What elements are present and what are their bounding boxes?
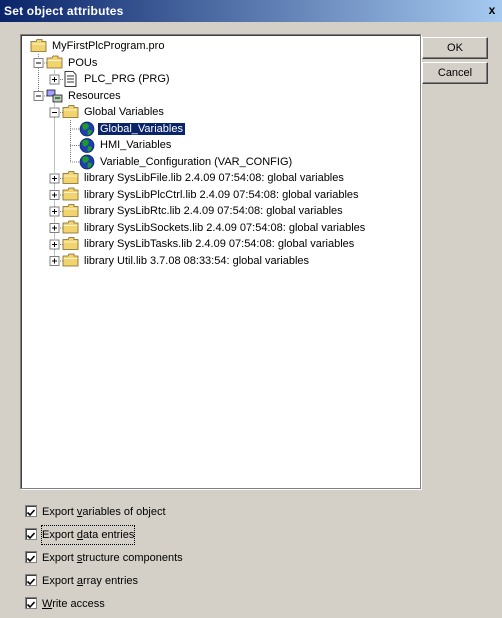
- tree-item-label: Global Variables: [84, 106, 164, 118]
- tree-item[interactable]: library Util.lib 3.7.08 08:33:54: global…: [82, 253, 311, 269]
- tree-item-label: library SysLibRtc.lib 2.4.09 07:54:08: g…: [84, 205, 343, 217]
- expand-toggle-icon[interactable]: [49, 223, 60, 233]
- collapse-toggle-icon[interactable]: [49, 107, 60, 118]
- checkmark-icon: [26, 532, 36, 540]
- label-text: Export: [42, 506, 77, 518]
- tree-item-label: library SysLibPlcCtrl.lib 2.4.09 07:54:0…: [84, 188, 359, 201]
- label-text: tructure components: [82, 552, 183, 564]
- collapse-toggle-icon[interactable]: [33, 91, 44, 101]
- mnemonic-letter: W: [42, 598, 53, 610]
- expand-toggle-icon[interactable]: [49, 173, 60, 184]
- folder-icon: [62, 253, 79, 267]
- tree-item-label: library SysLibTasks.lib 2.4.09 07:54:08:…: [84, 238, 355, 250]
- expand-toggle-icon[interactable]: [49, 239, 60, 250]
- checkmark-icon: [26, 601, 36, 609]
- checkbox-label: Export data entries: [40, 525, 136, 545]
- tree-item[interactable]: POUs: [66, 55, 99, 71]
- cancel-button[interactable]: Cancel: [422, 62, 488, 84]
- tree-item-label: library Util.lib 3.7.08 08:33:54: global…: [84, 254, 310, 267]
- expand-toggle-icon[interactable]: [49, 256, 60, 266]
- folder-icon: [62, 204, 79, 217]
- expand-toggle-icon[interactable]: [49, 190, 60, 200]
- checkbox-box[interactable]: [25, 574, 37, 586]
- collapse-toggle-icon[interactable]: [33, 58, 44, 68]
- window-title: Set object attributes: [4, 4, 124, 18]
- folder-icon: [62, 171, 79, 184]
- label-text: ata entries: [82, 529, 135, 541]
- label-text: rite access: [52, 598, 105, 610]
- tree-item-label: Variable_Configuration (VAR_CONFIG): [100, 155, 293, 168]
- checkbox-box[interactable]: [25, 551, 37, 563]
- folder-icon: [62, 187, 79, 201]
- tree-item-label: library SysLibFile.lib 2.4.09 07:54:08: …: [84, 172, 344, 184]
- checkbox-box[interactable]: [25, 528, 37, 540]
- tree-item[interactable]: PLC_PRG (PRG): [82, 71, 172, 87]
- expand-toggle-icon[interactable]: [49, 74, 60, 85]
- tree-item[interactable]: MyFirstPlcProgram.pro: [50, 38, 166, 54]
- label-text: ariables of object: [82, 506, 166, 518]
- checkmark-icon: [26, 555, 36, 563]
- globe-icon: [79, 154, 95, 170]
- label-text: Export: [42, 529, 77, 541]
- tree-item-label: HMI_Variables: [100, 139, 172, 151]
- folder-icon: [30, 39, 47, 52]
- label-text: Export: [42, 552, 77, 564]
- folder-icon: [62, 237, 79, 250]
- checkbox-box[interactable]: [25, 597, 37, 609]
- tree-item-label: library SysLibSockets.lib 2.4.09 07:54:0…: [84, 221, 366, 234]
- label-text: Export: [42, 575, 77, 587]
- object-tree[interactable]: MyFirstPlcProgram.pro POUs PLC_PRG (PRG) Re…: [20, 34, 421, 489]
- tree-item[interactable]: HMI_Variables: [98, 137, 173, 153]
- tree-item[interactable]: library SysLibFile.lib 2.4.09 07:54:08: …: [82, 170, 346, 186]
- checkbox-label: Export variables of object: [42, 503, 166, 521]
- expand-toggle-icon[interactable]: [49, 206, 60, 217]
- tree-item[interactable]: library SysLibPlcCtrl.lib 2.4.09 07:54:0…: [82, 187, 361, 203]
- tree-item[interactable]: Global_Variables: [98, 121, 185, 137]
- tree-item-label: PLC_PRG (PRG): [84, 73, 170, 85]
- tree-item-label: MyFirstPlcProgram.pro: [52, 40, 165, 52]
- tree-item-label: POUs: [68, 56, 98, 69]
- ok-button[interactable]: OK: [422, 37, 488, 59]
- folder-icon: [46, 55, 63, 69]
- globe-icon: [79, 121, 95, 137]
- checkbox-label: Export array entries: [42, 572, 138, 590]
- document-icon: [64, 71, 77, 87]
- checkmark-icon: [26, 578, 36, 586]
- globe-icon: [79, 138, 95, 153]
- folder-icon: [62, 220, 79, 234]
- resources-icon: [46, 89, 63, 103]
- tree-item[interactable]: library SysLibSockets.lib 2.4.09 07:54:0…: [82, 220, 367, 236]
- tree-item-label: Global_Variables: [98, 122, 185, 135]
- checkbox-label: Export structure components: [42, 549, 183, 567]
- tree-item[interactable]: Variable_Configuration (VAR_CONFIG): [98, 154, 294, 170]
- checkmark-icon: [26, 509, 36, 517]
- tree-item-label: Resources: [68, 89, 121, 102]
- checkbox-label: Write access: [42, 595, 105, 613]
- tree-item[interactable]: library SysLibRtc.lib 2.4.09 07:54:08: g…: [82, 203, 345, 219]
- title-bar[interactable]: Set object attributes x: [0, 0, 502, 22]
- close-button[interactable]: x: [484, 3, 500, 17]
- label-text: rray entries: [82, 575, 139, 587]
- tree-item[interactable]: Global Variables: [82, 104, 166, 120]
- checkbox-box[interactable]: [25, 505, 37, 517]
- tree-item[interactable]: library SysLibTasks.lib 2.4.09 07:54:08:…: [82, 236, 356, 252]
- tree-item[interactable]: Resources: [66, 88, 123, 104]
- folder-icon: [62, 105, 79, 118]
